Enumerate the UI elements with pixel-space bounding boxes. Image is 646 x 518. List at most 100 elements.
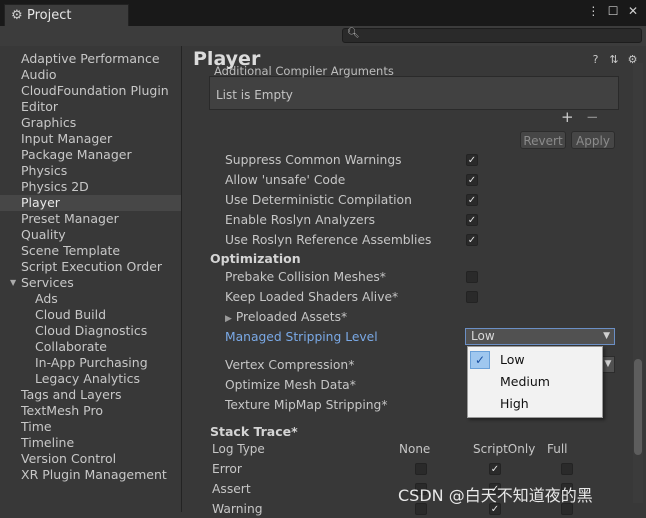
sidebar-item[interactable]: Graphics <box>0 115 181 131</box>
sidebar-item-label: Quality <box>21 227 66 242</box>
inspector-panel: Player ? ⇅ ⚙ List is Empty Additional Co… <box>183 46 646 516</box>
sidebar-item[interactable]: Legacy Analytics <box>0 371 181 387</box>
sidebar-item-label: Input Manager <box>21 131 113 146</box>
sidebar-item[interactable]: Cloud Diagnostics <box>0 323 181 339</box>
title-bar: ⚙ Project Settings ⋮ ☐ ✕ <box>0 0 646 45</box>
sidebar-item-label: Package Manager <box>21 147 132 162</box>
sidebar-item[interactable]: Quality <box>0 227 181 243</box>
sidebar-item-label: Legacy Analytics <box>35 371 141 386</box>
sidebar-item[interactable]: CloudFoundation Plugin <box>0 83 181 99</box>
close-icon[interactable]: ✕ <box>626 4 640 18</box>
sidebar-item[interactable]: TextMesh Pro <box>0 403 181 419</box>
setting-checkbox[interactable]: ✓ <box>466 214 478 226</box>
add-item-button[interactable]: + <box>561 108 574 126</box>
sidebar-item[interactable]: XR Plugin Management <box>0 467 181 483</box>
stripping-option-label: High <box>500 396 529 411</box>
log-type-label: Error <box>212 462 242 476</box>
setting-checkbox[interactable]: ✓ <box>466 154 478 166</box>
managed-stripping-dropdown[interactable]: Low ▼ <box>465 328 615 345</box>
vertex-compression-dropdown[interactable]: ▼ <box>601 356 615 373</box>
stripping-option[interactable]: ✓ Low <box>468 349 602 371</box>
sidebar: Adaptive Performance Audio CloudFoundation… <box>0 46 182 512</box>
setting-checkbox[interactable]: ✓ <box>466 234 478 246</box>
project-settings-tab[interactable]: ⚙ Project Settings <box>4 4 129 45</box>
sidebar-item-label: Cloud Build <box>35 307 107 322</box>
sidebar-item[interactable]: Editor <box>0 99 181 115</box>
sidebar-item[interactable]: Audio <box>0 67 181 83</box>
prebake-label: Prebake Collision Meshes* <box>225 270 386 284</box>
compiler-arguments-header: Additional Compiler Arguments <box>214 66 394 78</box>
sidebar-item-label: XR Plugin Management <box>21 467 167 482</box>
sidebar-item[interactable]: Collaborate <box>0 339 181 355</box>
sidebar-item-label: Physics <box>21 163 68 178</box>
preset-icon[interactable]: ⇅ <box>607 53 622 66</box>
sidebar-item[interactable]: Input Manager <box>0 131 181 147</box>
sidebar-item-label: Graphics <box>21 115 77 130</box>
foldout-arrow-icon: ▶ <box>225 314 232 324</box>
optimization-header: Optimization <box>210 251 301 266</box>
remove-item-button[interactable]: − <box>586 108 599 126</box>
log-type-header: Log Type <box>212 442 265 456</box>
search-icon: 🔍︎ <box>347 28 360 39</box>
stack-trace-header: Stack Trace* <box>210 424 298 439</box>
keep-shaders-checkbox[interactable] <box>466 291 478 303</box>
sidebar-item[interactable]: Physics <box>0 163 181 179</box>
setting-label: Enable Roslyn Analyzers <box>225 213 376 227</box>
col-full: Full <box>547 442 568 456</box>
log-type-label: Assert <box>212 482 251 496</box>
sidebar-item-label: Tags and Layers <box>21 387 122 402</box>
sidebar-item-label: Version Control <box>21 451 117 466</box>
setting-label: Suppress Common Warnings <box>225 153 402 167</box>
sidebar-item[interactable]: Cloud Build <box>0 307 181 323</box>
stack-trace-checkbox[interactable] <box>415 463 427 475</box>
chevron-down-icon: ▼ <box>604 359 612 369</box>
search-input[interactable]: 🔍︎ <box>342 28 642 43</box>
sidebar-item-label: Editor <box>21 99 58 114</box>
compiler-arguments-list: List is Empty <box>209 76 619 110</box>
stripping-option-label: Medium <box>500 374 550 389</box>
stripping-option[interactable]: High <box>468 393 602 415</box>
texture-mipmap-label: Texture MipMap Stripping* <box>225 398 388 412</box>
help-icon[interactable]: ? <box>588 53 603 66</box>
sidebar-item-label: Audio <box>21 67 57 82</box>
sidebar-item[interactable]: Version Control <box>0 451 181 467</box>
sidebar-item-label: Adaptive Performance <box>21 51 160 66</box>
stripping-option[interactable]: Medium <box>468 371 602 393</box>
sidebar-item[interactable]: Player <box>0 195 181 211</box>
sidebar-item[interactable]: Scene Template <box>0 243 181 259</box>
revert-button[interactable]: Revert <box>520 131 566 149</box>
preloaded-assets-foldout[interactable]: ▶ Preloaded Assets* <box>225 308 347 326</box>
scrollbar-thumb[interactable] <box>634 359 642 455</box>
sidebar-item-label: CloudFoundation Plugin <box>21 83 169 98</box>
sidebar-item[interactable]: ▼ Services <box>0 275 181 291</box>
setting-checkbox[interactable]: ✓ <box>466 174 478 186</box>
sidebar-item-label: Player <box>21 195 60 210</box>
apply-button[interactable]: Apply <box>571 131 615 149</box>
maximize-icon[interactable]: ☐ <box>606 4 620 18</box>
vertex-compression-label: Vertex Compression* <box>225 358 355 372</box>
sidebar-item[interactable]: Timeline <box>0 435 181 451</box>
sidebar-item[interactable]: Adaptive Performance <box>0 51 181 67</box>
sidebar-item[interactable]: Tags and Layers <box>0 387 181 403</box>
sidebar-item-label: Script Execution Order <box>21 259 163 274</box>
col-none: None <box>399 442 431 456</box>
prebake-checkbox[interactable] <box>466 271 478 283</box>
sidebar-item[interactable]: Ads <box>0 291 181 307</box>
keep-shaders-label: Keep Loaded Shaders Alive* <box>225 290 399 304</box>
sidebar-item-label: Scene Template <box>21 243 121 258</box>
stack-trace-checkbox[interactable] <box>561 463 573 475</box>
chevron-down-icon: ▼ <box>603 331 610 341</box>
sidebar-item-label: TextMesh Pro <box>21 403 103 418</box>
sidebar-item[interactable]: Physics 2D <box>0 179 181 195</box>
sidebar-item-label: Cloud Diagnostics <box>35 323 148 338</box>
expand-arrow-icon[interactable]: ▼ <box>10 275 16 291</box>
sidebar-item[interactable]: Package Manager <box>0 147 181 163</box>
setting-checkbox[interactable]: ✓ <box>466 194 478 206</box>
sidebar-item[interactable]: Script Execution Order <box>0 259 181 275</box>
sidebar-item[interactable]: Time <box>0 419 181 435</box>
scrollbar[interactable] <box>633 63 643 503</box>
stack-trace-checkbox[interactable]: ✓ <box>489 463 501 475</box>
more-options-icon[interactable]: ⋮ <box>586 4 600 18</box>
sidebar-item[interactable]: Preset Manager <box>0 211 181 227</box>
sidebar-item[interactable]: In-App Purchasing <box>0 355 181 371</box>
